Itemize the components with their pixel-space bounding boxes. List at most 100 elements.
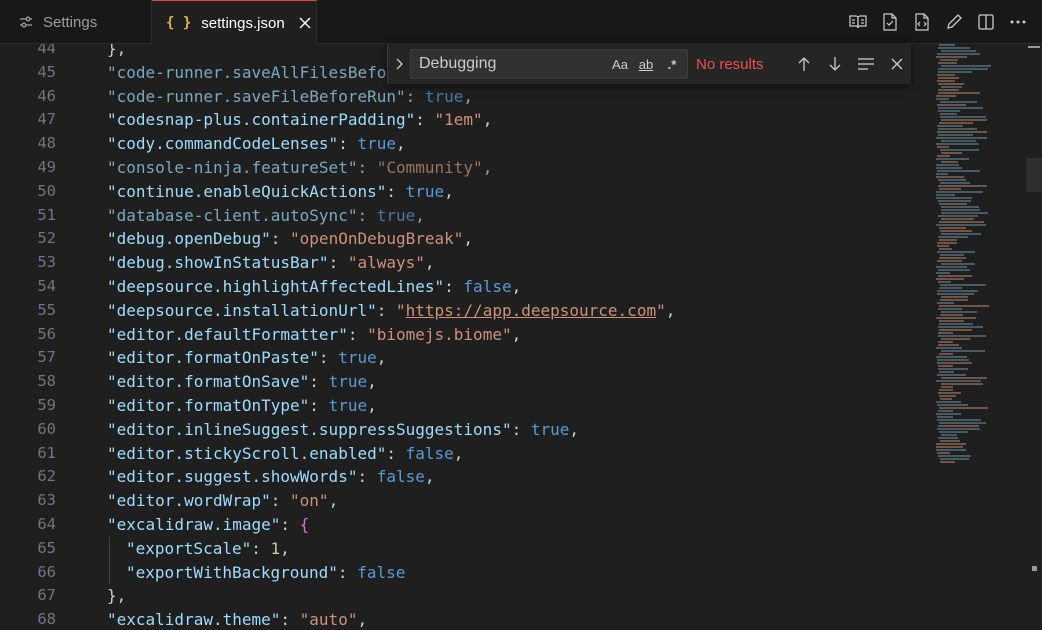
minimap-line bbox=[937, 146, 949, 148]
json-key: "codesnap-plus.containerPadding" bbox=[107, 110, 416, 130]
minimap-line bbox=[938, 437, 958, 439]
json-key: "debug.openDebug" bbox=[107, 229, 271, 249]
minimap-line bbox=[939, 44, 955, 46]
line-number: 59 bbox=[37, 395, 56, 414]
minimap-line bbox=[941, 350, 985, 352]
code-text: "codesnap-plus.containerPadding": "1em", bbox=[107, 110, 493, 130]
json-value: true bbox=[328, 372, 368, 392]
minimap-line bbox=[938, 344, 959, 346]
minimap-line bbox=[938, 365, 953, 367]
code-text: "code-runner.saveFileBeforeRun": true, bbox=[107, 86, 474, 106]
open-preview-icon[interactable] bbox=[848, 12, 868, 32]
minimap-line bbox=[938, 110, 960, 112]
json-key: "excalidraw.theme" bbox=[107, 610, 281, 630]
whole-word-toggle[interactable]: ab bbox=[637, 57, 655, 72]
split-editor-icon[interactable] bbox=[976, 12, 996, 32]
code-text: }, bbox=[107, 44, 126, 61]
minimap[interactable] bbox=[934, 44, 1026, 484]
minimap-line bbox=[941, 86, 962, 88]
minimap-line bbox=[938, 326, 983, 328]
json-value: "on" bbox=[290, 491, 329, 511]
minimap-line bbox=[938, 71, 972, 73]
close-icon[interactable] bbox=[297, 15, 313, 31]
line-number: 68 bbox=[37, 610, 56, 629]
minimap-line bbox=[941, 434, 957, 436]
json-value: true bbox=[357, 134, 396, 154]
line-number: 50 bbox=[37, 181, 56, 200]
json-key: "cody.commandCodeLenses" bbox=[107, 134, 339, 154]
minimap-line bbox=[938, 185, 987, 187]
find-in-selection-button[interactable] bbox=[853, 51, 879, 77]
minimap-line bbox=[937, 260, 962, 262]
toggle-replace-chevron-icon[interactable] bbox=[388, 44, 410, 84]
minimap-line bbox=[936, 224, 986, 226]
minimap-line bbox=[938, 392, 961, 394]
json-key: "editor.formatOnSave" bbox=[107, 372, 310, 392]
minimap-line bbox=[938, 68, 988, 70]
code-punctuation: }, bbox=[107, 44, 127, 58]
code-text: "editor.inlineSuggest.suppressSuggestion… bbox=[107, 419, 580, 439]
code-line: 46 "code-runner.saveFileBeforeRun": true, bbox=[0, 85, 930, 109]
minimap-line bbox=[938, 275, 972, 277]
code-text: "editor.defaultFormatter": "biomejs.biom… bbox=[107, 324, 522, 344]
json-key: "editor.formatOnPaste" bbox=[107, 348, 319, 368]
minimap-line bbox=[936, 380, 981, 382]
minimap-line bbox=[940, 440, 960, 442]
minimap-line bbox=[936, 143, 979, 145]
minimap-line bbox=[938, 410, 953, 412]
json-file-icon[interactable] bbox=[912, 12, 932, 32]
regex-toggle[interactable]: .* bbox=[663, 57, 681, 72]
minimap-line bbox=[936, 194, 955, 196]
minimap-line bbox=[938, 215, 978, 217]
minimap-line bbox=[937, 452, 950, 454]
code-text: "console-ninja.featureSet": "Community", bbox=[107, 157, 493, 177]
json-key: "excalidraw.image" bbox=[107, 514, 281, 534]
minimap-line bbox=[936, 191, 983, 193]
json-url-value[interactable]: https://app.deepsource.com bbox=[406, 301, 656, 320]
code-line: 54 "deepsource.highlightAffectedLines": f… bbox=[0, 275, 930, 299]
code-text: "editor.suggest.showWords": false, bbox=[107, 467, 435, 487]
minimap-line bbox=[941, 218, 974, 220]
minimap-line bbox=[937, 404, 968, 406]
json-key: "database-client.autoSync" bbox=[107, 205, 358, 225]
code-text: "exportWithBackground": false bbox=[126, 562, 406, 582]
code-editor[interactable]: 44}, 45 "code-runner.saveAllFilesBeforeRun… bbox=[0, 44, 1042, 630]
line-number: 55 bbox=[37, 300, 56, 319]
code-line: 51 "database-client.autoSync": true, bbox=[0, 204, 930, 228]
pencil-icon[interactable] bbox=[944, 12, 964, 32]
find-input[interactable] bbox=[419, 55, 599, 73]
tab-settings-label: Settings bbox=[43, 13, 98, 31]
code-text: "editor.formatOnPaste": true, bbox=[107, 348, 387, 368]
tab-settings-json-label: settings.json bbox=[201, 14, 285, 32]
minimap-line bbox=[937, 302, 954, 304]
minimap-line bbox=[941, 50, 976, 52]
minimap-line bbox=[937, 359, 969, 361]
settings-sliders-icon bbox=[18, 14, 34, 30]
minimap-line bbox=[936, 449, 966, 451]
line-number: 48 bbox=[37, 134, 56, 153]
json-value: "auto" bbox=[299, 610, 358, 630]
minimap-line bbox=[936, 197, 972, 199]
code-line: 48 "cody.commandCodeLenses": true, bbox=[0, 132, 930, 156]
minimap-line bbox=[936, 401, 961, 403]
json-value: true bbox=[376, 205, 416, 225]
tab-settings[interactable]: Settings bbox=[0, 0, 152, 44]
line-number: 46 bbox=[37, 86, 56, 105]
minimap-line bbox=[939, 371, 954, 373]
minimap-line bbox=[940, 113, 957, 115]
close-find-button[interactable] bbox=[884, 51, 910, 77]
more-actions-icon[interactable] bbox=[1008, 12, 1028, 32]
json-key: "editor.inlineSuggest.suppressSuggestion… bbox=[107, 419, 512, 439]
tab-settings-json[interactable]: { } settings.json bbox=[152, 0, 317, 45]
scrollbar-thumb[interactable] bbox=[1026, 158, 1042, 192]
minimap-line bbox=[941, 233, 981, 235]
open-settings-ui-icon[interactable] bbox=[880, 12, 900, 32]
minimap-line bbox=[938, 77, 959, 79]
indent-guide bbox=[109, 536, 110, 561]
code-line: 58 "editor.formatOnSave": true, bbox=[0, 370, 930, 394]
next-match-button[interactable] bbox=[822, 51, 848, 77]
code-text: "exportScale": 1, bbox=[126, 538, 290, 558]
minimap-line bbox=[941, 212, 988, 214]
match-case-toggle[interactable]: Aa bbox=[611, 57, 629, 72]
previous-match-button[interactable] bbox=[791, 51, 817, 77]
